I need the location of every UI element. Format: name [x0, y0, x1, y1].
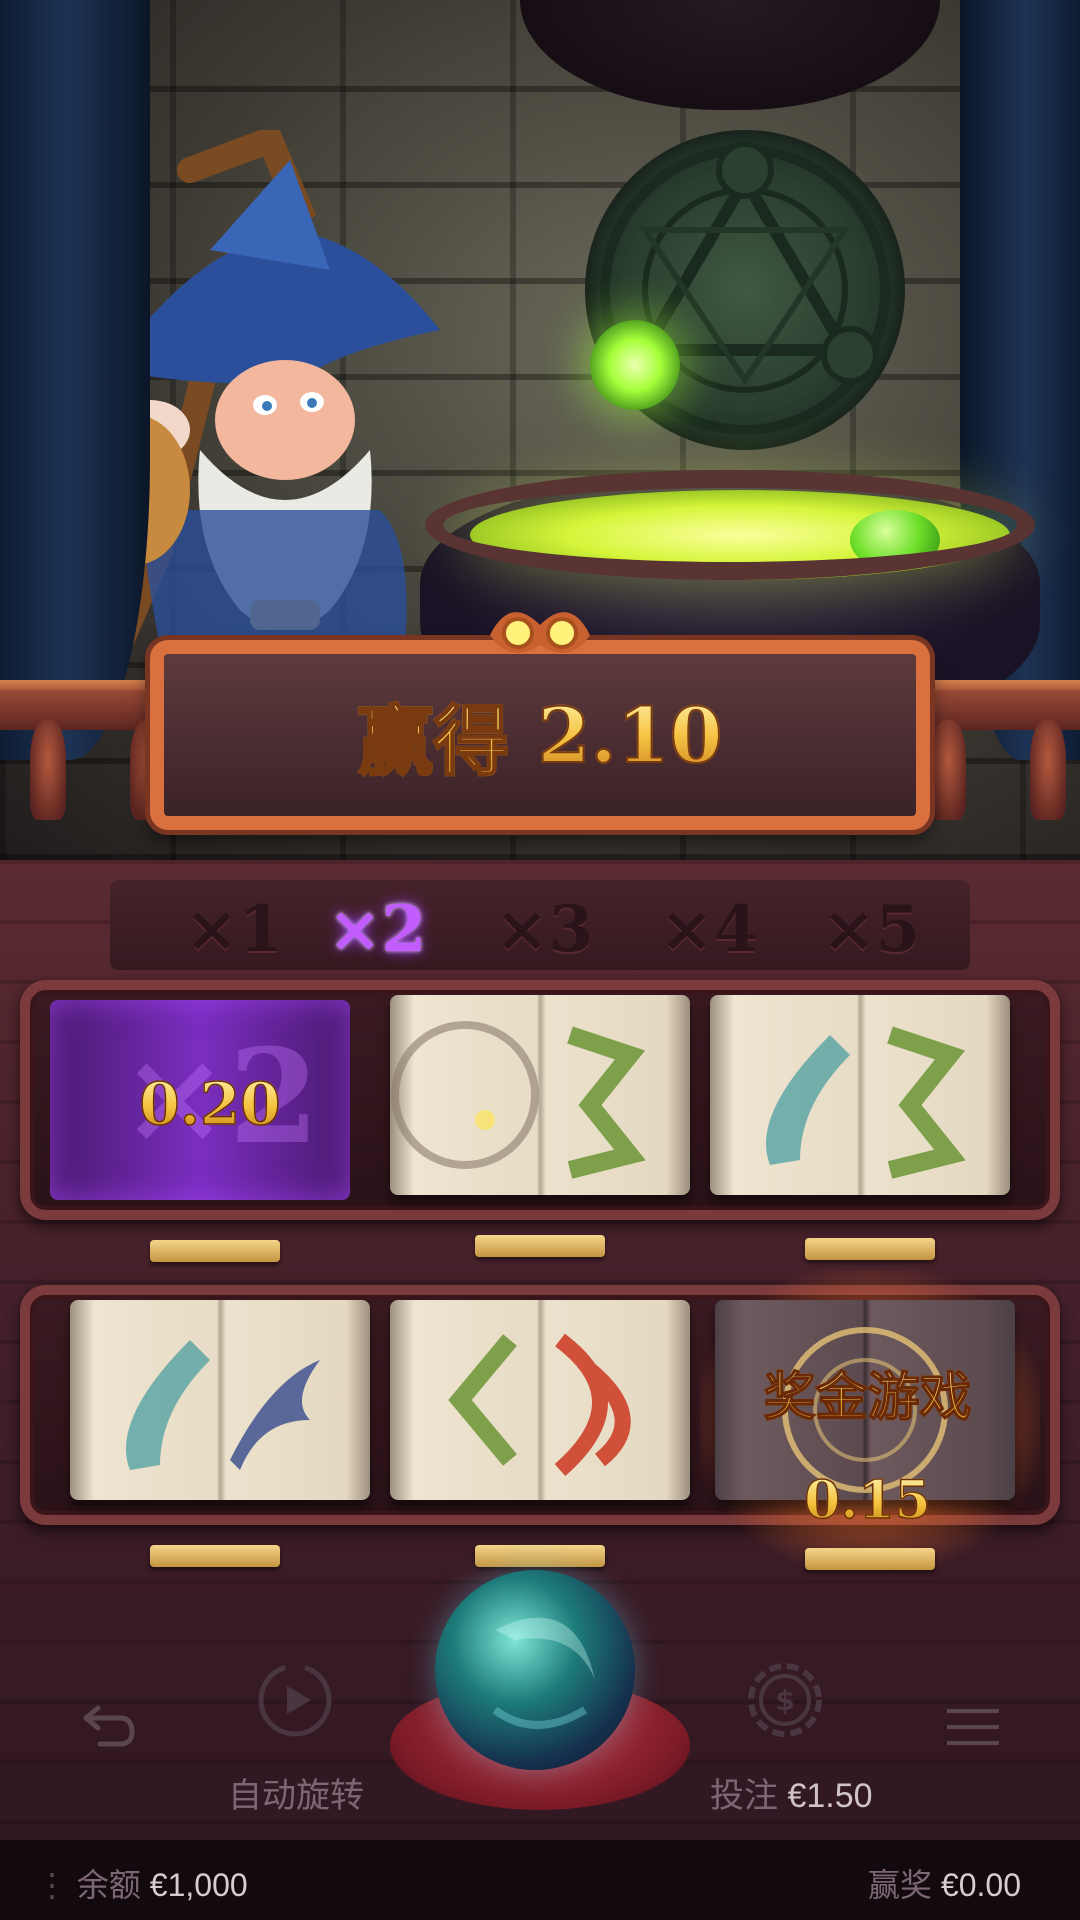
bet-display: 投注 €1.50: [710, 1768, 873, 1817]
balance-label: 余额: [76, 1867, 141, 1903]
left-curtain: [0, 0, 150, 760]
win-plaque: 赢得 2.10: [150, 640, 930, 830]
multiplier-x5: ×5: [822, 892, 921, 967]
book-symbol: [390, 995, 690, 1195]
svg-text:$: $: [775, 1684, 794, 1717]
win-display: 赢奖 €0.00: [868, 1860, 1021, 1906]
bet-label: 投注: [710, 1777, 778, 1815]
autospin-button[interactable]: [255, 1660, 335, 1744]
menu-button[interactable]: [945, 1705, 1001, 1753]
autospin-icon: [258, 1663, 332, 1737]
baluster: [30, 720, 66, 820]
reel-plate: [475, 1545, 605, 1567]
balance-value: €1,000: [149, 1867, 248, 1903]
multiplier-x4: ×4: [660, 892, 759, 967]
reel-plate: [150, 1240, 280, 1262]
back-arrow-icon: [83, 1705, 135, 1747]
bet-value: €1.50: [787, 1777, 873, 1815]
more-dots-icon: ⋮: [36, 1867, 77, 1903]
multiplier-cell-value: 0.20: [60, 1069, 360, 1139]
book-symbol: [390, 1300, 690, 1500]
bonus-value: 0.15: [725, 1469, 1010, 1532]
crystal-ball-icon: [492, 1617, 595, 1729]
balance-display: ⋮ 余额 €1,000: [36, 1860, 248, 1906]
reel-plate: [150, 1545, 280, 1567]
autospin-label: 自动旋转: [228, 1777, 364, 1815]
reel-plate: [475, 1235, 605, 1257]
win-amount: 2.10: [536, 690, 723, 781]
reel-plate: [805, 1238, 935, 1260]
plaque-ornament-icon: [490, 612, 590, 653]
multiplier-x3: ×3: [495, 892, 594, 967]
multiplier-x2-active: ×2: [328, 892, 427, 967]
book-symbol: [710, 995, 1010, 1195]
bonus-game-label: 奖金游戏: [725, 1355, 1010, 1430]
multiplier-x1: ×1: [185, 892, 284, 967]
cauldron-rim: [425, 470, 1035, 580]
baluster: [1030, 720, 1066, 820]
footer-win-value: €0.00: [940, 1867, 1021, 1903]
baluster: [930, 720, 966, 820]
win-label: 赢得: [356, 680, 510, 790]
bet-button[interactable]: $: [745, 1660, 825, 1744]
spin-button[interactable]: [435, 1570, 635, 1770]
coin-icon: $: [748, 1663, 822, 1737]
footer-win-label: 赢奖: [868, 1867, 933, 1903]
reel-plate: [805, 1548, 935, 1570]
back-button[interactable]: [80, 1700, 136, 1754]
book-symbol: [70, 1300, 370, 1500]
game-scene: 赢得 2.10 ×1 ×2 ×3 ×4 ×5 ×2 0.20: [0, 0, 1080, 1920]
menu-icon: [947, 1709, 999, 1745]
glowing-green-orb: [590, 320, 680, 410]
